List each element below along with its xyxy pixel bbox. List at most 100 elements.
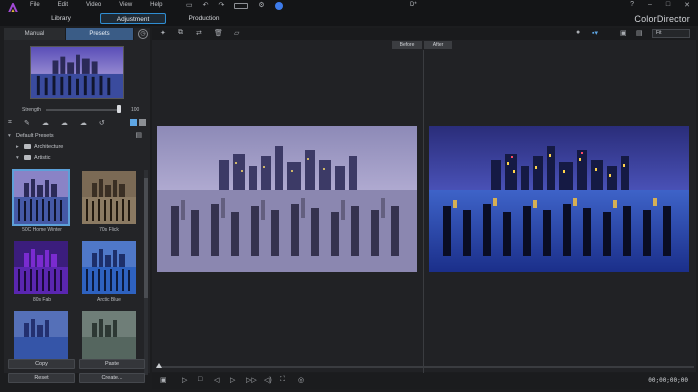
chevron-down-icon: ▾ bbox=[8, 133, 11, 139]
folder-icon bbox=[24, 144, 31, 150]
brush-icon[interactable]: ✎ bbox=[24, 119, 30, 127]
chevron-right-icon: ▸ bbox=[16, 144, 19, 150]
tab-adjustment[interactable]: Adjustment bbox=[100, 13, 166, 24]
help-button[interactable]: ? bbox=[630, 1, 634, 9]
side-by-side-icon[interactable]: ▣ bbox=[620, 29, 627, 37]
folder-icon[interactable]: ▭ bbox=[186, 2, 193, 10]
snapshot-icon[interactable]: ◎ bbox=[298, 376, 304, 384]
menu-bar: File Edit Video View Help ▭ ↶ ↷ ⚙ D* ? –… bbox=[0, 0, 698, 18]
zoom-select[interactable]: Fit bbox=[652, 29, 690, 38]
revert-icon[interactable]: ↺ bbox=[99, 119, 105, 127]
preset-toolbar: ⌗ ✎ ☁ ☁ ☁ ↺ bbox=[8, 118, 148, 128]
fast-forward-icon[interactable]: ▷▷ bbox=[246, 376, 257, 384]
trash-icon[interactable]: 🗑 bbox=[214, 29, 223, 37]
preset-thumb-6[interactable] bbox=[82, 311, 136, 364]
stop-icon[interactable]: □ bbox=[198, 376, 202, 383]
document-title: D* bbox=[410, 2, 417, 8]
preset-thumb-50c-home-winter[interactable] bbox=[12, 169, 70, 226]
viewer-toolbar: ✦ ⧉ ⇄ 🗑 ▱ ● ▪▾ ▣ ▤ Fit bbox=[152, 28, 696, 40]
strength-label: Strength bbox=[22, 107, 41, 113]
timecode: 00;00;00;00 bbox=[648, 377, 688, 384]
transport-bar: ▣ ▷ □ ◁ ▷ ▷▷ ◁) ⛶ ◎ 00;00;00;00 bbox=[152, 373, 696, 389]
cloud-upload-icon[interactable]: ☁ bbox=[61, 119, 68, 127]
split-view-icon[interactable]: ▤ bbox=[636, 29, 643, 37]
mode-bar: Library Adjustment Production ColorDirec… bbox=[0, 12, 698, 26]
preset-thumb-80s-fab[interactable] bbox=[14, 241, 68, 294]
image-viewer: ✦ ⧉ ⇄ 🗑 ▱ ● ▪▾ ▣ ▤ Fit Before After bbox=[152, 28, 696, 378]
playhead-handle[interactable] bbox=[156, 363, 162, 368]
strength-value: 100 bbox=[131, 107, 140, 113]
upgrade-icon[interactable] bbox=[274, 2, 283, 10]
zoom-value: Fit bbox=[656, 30, 662, 36]
cloud-icon[interactable]: ☁ bbox=[42, 119, 49, 127]
tool-icon[interactable]: ⇄ bbox=[196, 29, 202, 37]
tree-item-artistic[interactable]: ▾ Artistic bbox=[8, 153, 144, 164]
preset-thumb-70s-flick[interactable] bbox=[82, 171, 136, 224]
quick-actions: ▭ ↶ ↷ ⚙ bbox=[186, 2, 283, 10]
tree-item-architecture[interactable]: ▸ Architecture bbox=[8, 142, 144, 153]
preset-label: 70s Flick bbox=[99, 227, 119, 233]
menu-video[interactable]: Video bbox=[86, 2, 101, 8]
import-preset-icon[interactable]: ▤ bbox=[135, 131, 142, 139]
after-image bbox=[429, 126, 689, 272]
redo-icon[interactable]: ↷ bbox=[219, 2, 225, 10]
before-image bbox=[157, 126, 417, 272]
adjust-sliders-icon[interactable]: ⧉ bbox=[178, 29, 183, 37]
comment-icon[interactable]: ▱ bbox=[234, 29, 239, 37]
tree-item-label: Artistic bbox=[34, 155, 51, 161]
tab-production[interactable]: Production bbox=[180, 13, 228, 24]
fullscreen-icon[interactable]: ⛶ bbox=[280, 376, 285, 384]
close-button[interactable]: ✕ bbox=[684, 1, 690, 9]
folder-icon bbox=[24, 155, 31, 161]
before-label: Before bbox=[392, 41, 422, 49]
cloud-download-icon[interactable]: ☁ bbox=[80, 119, 87, 127]
undo-icon[interactable]: ↶ bbox=[203, 2, 209, 10]
chevron-down-icon: ▾ bbox=[16, 155, 19, 161]
tab-library[interactable]: Library bbox=[38, 13, 84, 24]
presets-panel: Manual Presets ◷ Strength 100 ⌗ ✎ ☁ ☁ ☁ … bbox=[4, 28, 150, 375]
create-button[interactable]: Create... bbox=[79, 373, 145, 383]
timeline-scrubber[interactable] bbox=[156, 366, 694, 368]
record-dot-icon[interactable]: ● bbox=[576, 29, 580, 36]
strength-slider-track[interactable] bbox=[46, 109, 120, 111]
preset-label: Arctic Blue bbox=[97, 297, 121, 303]
tree-root[interactable]: ▾ Default Presets bbox=[8, 131, 144, 142]
compare-mode-icon[interactable]: ▪▾ bbox=[592, 29, 598, 37]
menu-help[interactable]: Help bbox=[150, 2, 162, 8]
history-icon[interactable]: ◷ bbox=[138, 29, 148, 39]
next-frame-icon[interactable]: ▷ bbox=[230, 376, 235, 384]
preset-thumb-arctic-blue[interactable] bbox=[82, 241, 136, 294]
split-divider[interactable] bbox=[423, 50, 424, 378]
list-view-icon[interactable] bbox=[139, 119, 146, 126]
settings-gear-icon[interactable]: ⚙ bbox=[258, 2, 264, 10]
menu-view[interactable]: View bbox=[119, 2, 132, 8]
crop-icon[interactable]: ⌗ bbox=[8, 119, 12, 127]
brand-name: ColorDirector bbox=[634, 14, 690, 24]
after-label: After bbox=[424, 41, 452, 49]
magic-wand-icon[interactable]: ✦ bbox=[160, 29, 166, 37]
tree-root-label: Default Presets bbox=[16, 133, 54, 139]
preview-mode-icon[interactable]: ▣ bbox=[160, 376, 167, 384]
menu-edit[interactable]: Edit bbox=[58, 2, 68, 8]
controller-icon[interactable] bbox=[234, 3, 249, 9]
colordirector-window: File Edit Video View Help ▭ ↶ ↷ ⚙ D* ? –… bbox=[0, 0, 698, 392]
volume-icon[interactable]: ◁) bbox=[264, 376, 272, 384]
preset-label: 80s Fab bbox=[32, 297, 52, 303]
tree-item-label: Architecture bbox=[34, 144, 64, 150]
copy-button[interactable]: Copy bbox=[8, 359, 75, 369]
preset-preview-image bbox=[30, 46, 124, 99]
minimize-button[interactable]: – bbox=[648, 1, 652, 9]
grid-view-icon[interactable] bbox=[130, 119, 137, 126]
preset-scrollbar-thumb[interactable] bbox=[144, 178, 148, 298]
tab-presets[interactable]: Presets bbox=[66, 28, 134, 40]
play-icon[interactable]: ▷ bbox=[182, 376, 187, 384]
menu-file[interactable]: File bbox=[30, 2, 40, 8]
paste-button[interactable]: Paste bbox=[79, 359, 145, 369]
preset-thumb-5[interactable] bbox=[14, 311, 68, 364]
tab-manual[interactable]: Manual bbox=[4, 28, 66, 40]
maximize-button[interactable]: □ bbox=[666, 1, 670, 9]
previous-frame-icon[interactable]: ◁ bbox=[214, 376, 219, 384]
preset-grid: 50C Home Winter 70s Flick 80s Fab Arctic… bbox=[10, 169, 142, 374]
strength-slider-handle[interactable] bbox=[117, 105, 121, 113]
reset-button[interactable]: Reset bbox=[8, 373, 75, 383]
